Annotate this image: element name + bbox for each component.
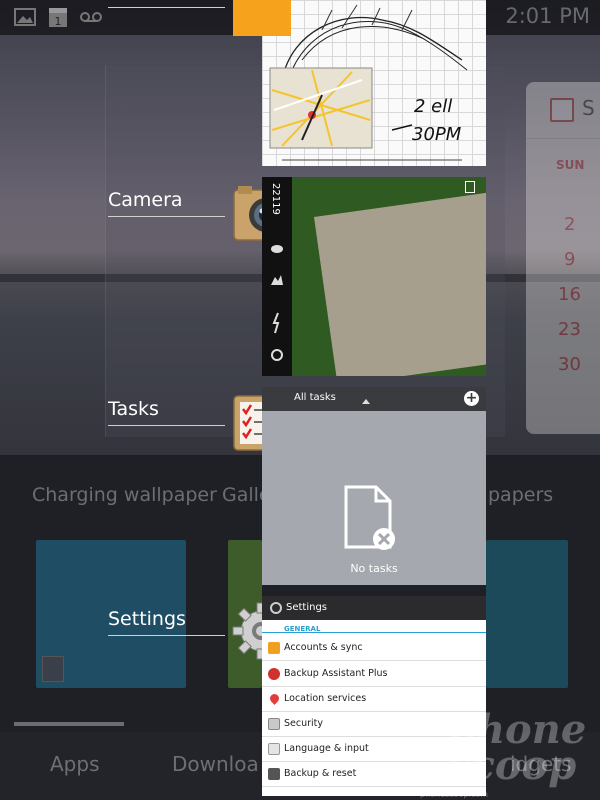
empty-document-icon bbox=[344, 485, 395, 550]
calendar-date: 23 bbox=[558, 319, 581, 340]
settings-title: Settings bbox=[286, 602, 328, 613]
notes-sketch-preview: 2 ell 30PM bbox=[269, 4, 468, 161]
wallpaper-thumbnail[interactable] bbox=[486, 540, 568, 688]
wallpaper-category-wallpapers[interactable]: papers bbox=[488, 484, 553, 506]
svg-text:30PM: 30PM bbox=[412, 124, 462, 145]
add-task-icon[interactable]: + bbox=[464, 391, 479, 406]
backup-reset-icon bbox=[268, 768, 280, 780]
recent-app-card-tasks[interactable]: All tasks + No tasks bbox=[262, 387, 486, 585]
app-label-underline bbox=[108, 425, 225, 426]
settings-item-label: Location services bbox=[284, 693, 367, 704]
settings-item-label: Backup Assistant Plus bbox=[284, 668, 388, 679]
camera-preview-path bbox=[314, 190, 486, 376]
app-label-underline bbox=[108, 635, 225, 636]
recent-app-label-settings[interactable]: Settings bbox=[108, 608, 186, 630]
wallpaper-category-charging[interactable]: Charging wallpaper bbox=[32, 484, 217, 506]
tasks-empty-message: No tasks bbox=[350, 562, 398, 575]
camera-control-icons bbox=[271, 245, 283, 361]
watermark-line-2: scoop bbox=[448, 742, 577, 789]
calendar-date: 16 bbox=[558, 284, 581, 305]
voicemail-icon bbox=[80, 12, 102, 22]
camera-storage-icon bbox=[465, 181, 475, 193]
calendar-widget-header: S bbox=[526, 82, 600, 138]
watermark-url: phonescoop.com bbox=[420, 790, 489, 799]
settings-item-label: Accounts & sync bbox=[284, 642, 363, 653]
camera-shot-counter: 22119 bbox=[270, 183, 281, 215]
recent-app-label-camera[interactable]: Camera bbox=[108, 189, 183, 211]
location-pin-icon bbox=[268, 692, 281, 705]
calendar-date: 30 bbox=[558, 354, 581, 375]
tasks-filter-label[interactable]: All tasks bbox=[294, 392, 336, 403]
settings-item-label: Backup & reset bbox=[284, 768, 357, 779]
backup-assistant-icon bbox=[268, 668, 280, 680]
svg-text:2 ell: 2 ell bbox=[414, 96, 452, 117]
status-time: 2:01 PM bbox=[505, 4, 590, 28]
tasks-header-bar: All tasks + bbox=[262, 387, 486, 411]
phonescoop-watermark: phone scoop bbox=[448, 710, 586, 789]
scroll-indicator bbox=[14, 722, 124, 726]
settings-item-label: Security bbox=[284, 718, 324, 729]
calendar-month-initial: S bbox=[582, 96, 595, 120]
recent-app-card-notes[interactable]: 2 ell 30PM bbox=[262, 0, 486, 166]
divider bbox=[526, 138, 600, 139]
svg-text:1: 1 bbox=[55, 15, 62, 28]
wallpaper-thumbnail-preview bbox=[42, 656, 64, 682]
tab-downloads[interactable]: Downloa bbox=[172, 752, 259, 776]
settings-header-bar: Settings bbox=[262, 596, 486, 620]
settings-item-accounts-sync[interactable]: Accounts & sync bbox=[262, 636, 486, 661]
tab-apps[interactable]: Apps bbox=[50, 752, 100, 776]
divider bbox=[262, 632, 486, 633]
chevron-down-icon bbox=[362, 399, 370, 404]
calendar-date-icon: 1 bbox=[49, 8, 67, 28]
app-label-underline bbox=[108, 7, 225, 8]
settings-item-backup-assistant[interactable]: Backup Assistant Plus bbox=[262, 662, 486, 687]
accounts-sync-icon bbox=[268, 642, 280, 654]
recent-app-label-tasks[interactable]: Tasks bbox=[108, 398, 159, 420]
settings-item-label: Language & input bbox=[284, 743, 369, 754]
calendar-icon bbox=[550, 98, 574, 122]
lock-icon bbox=[268, 718, 280, 730]
notes-app-icon[interactable] bbox=[233, 0, 291, 36]
calendar-day-header: SUN bbox=[556, 158, 585, 172]
image-icon bbox=[14, 8, 36, 26]
calendar-widget[interactable]: S SUN 2 9 16 23 30 bbox=[526, 82, 600, 434]
recent-app-card-camera[interactable]: 22119 bbox=[262, 177, 486, 376]
app-label-underline bbox=[108, 216, 225, 217]
calendar-date: 9 bbox=[564, 249, 576, 270]
camera-controls-strip: 22119 bbox=[262, 177, 292, 376]
keyboard-icon bbox=[268, 743, 280, 755]
settings-small-icon bbox=[270, 602, 282, 614]
calendar-date: 2 bbox=[564, 214, 576, 235]
